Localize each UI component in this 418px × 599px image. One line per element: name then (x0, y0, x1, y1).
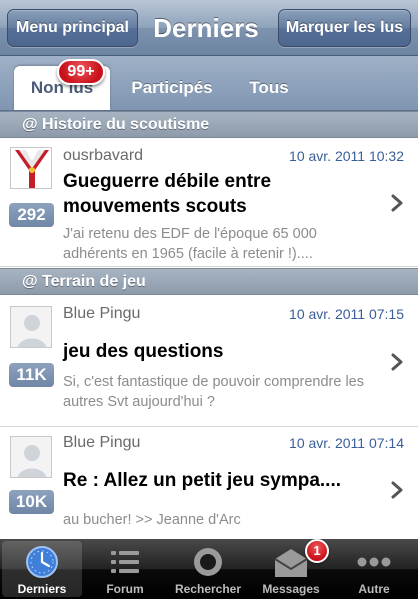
page-title: Derniers (153, 13, 259, 43)
messages-count-badge: 1 (305, 539, 329, 563)
topic-preview: J'ai retenu des EDF de l'époque 65 000 a… (63, 226, 317, 262)
topic-date: 10 avr. 2011 07:14 (289, 435, 404, 451)
tab-label: Forum (106, 582, 144, 596)
chevron-right-icon (391, 353, 403, 371)
tab-label: Derniers (17, 582, 67, 596)
topic-subject: jeu des questions (63, 341, 224, 362)
topic-author: Blue Pingu (63, 305, 141, 322)
topic-row[interactable]: 10K Blue Pingu 10 avr. 2011 07:14 Re : A… (0, 428, 418, 539)
topic-author: ousrbavard (63, 147, 144, 164)
tab-label: Rechercher (174, 582, 242, 596)
topic-date: 10 avr. 2011 07:15 (289, 306, 404, 322)
mark-read-button[interactable]: Marquer les lus (278, 9, 411, 47)
tab-forum[interactable]: Forum (85, 541, 165, 597)
clock-icon (26, 546, 58, 578)
filter-tabs: Non lus 99+ Participés Tous (0, 56, 418, 111)
default-avatar-icon (10, 306, 52, 348)
topic-row[interactable]: 11K Blue Pingu 10 avr. 2011 07:15 jeu de… (0, 296, 418, 427)
navigation-bar: Menu principal Derniers Marquer les lus (0, 0, 418, 56)
tab-participated[interactable]: Participés (120, 66, 224, 110)
main-menu-button[interactable]: Menu principal (7, 9, 138, 47)
topic-subject: Re : Allez un petit jeu sympa.... (63, 470, 342, 491)
tab-search[interactable]: Rechercher (168, 541, 248, 597)
topic-preview: au bucher! >> Jeanne d'Arc (63, 512, 241, 528)
more-icon (357, 557, 391, 567)
tab-all[interactable]: Tous (236, 66, 302, 110)
section-header-histoire: @ Histoire du scoutisme (0, 111, 418, 138)
tab-bar: Derniers Forum Rechercher Messages 1 Aut… (0, 539, 418, 599)
default-avatar-icon (10, 436, 52, 478)
topic-preview: Si, c'est fantastique de pouvoir compren… (63, 374, 364, 410)
scout-scarf-icon (10, 147, 52, 189)
unread-count-badge: 99+ (57, 59, 105, 85)
search-icon (194, 548, 222, 576)
topic-subject: Gueguerre débile entre mouvements scouts (63, 171, 272, 217)
reply-count: 292 (9, 203, 54, 227)
topic-author: Blue Pingu (63, 434, 141, 451)
chevron-right-icon (391, 194, 403, 212)
tab-label: Messages (262, 582, 320, 596)
list-icon (111, 551, 139, 573)
tab-latest[interactable]: Derniers (2, 541, 82, 597)
section-header-terrain: @ Terrain de jeu (0, 268, 418, 295)
topic-date: 10 avr. 2011 10:32 (289, 148, 404, 164)
topic-row[interactable]: 292 ousrbavard 10 avr. 2011 10:32 Guegue… (0, 139, 418, 267)
tab-label: Autre (358, 582, 390, 596)
reply-count: 10K (9, 490, 54, 514)
chevron-right-icon (391, 481, 403, 499)
tab-more[interactable]: Autre (334, 541, 414, 597)
reply-count: 11K (9, 363, 54, 387)
